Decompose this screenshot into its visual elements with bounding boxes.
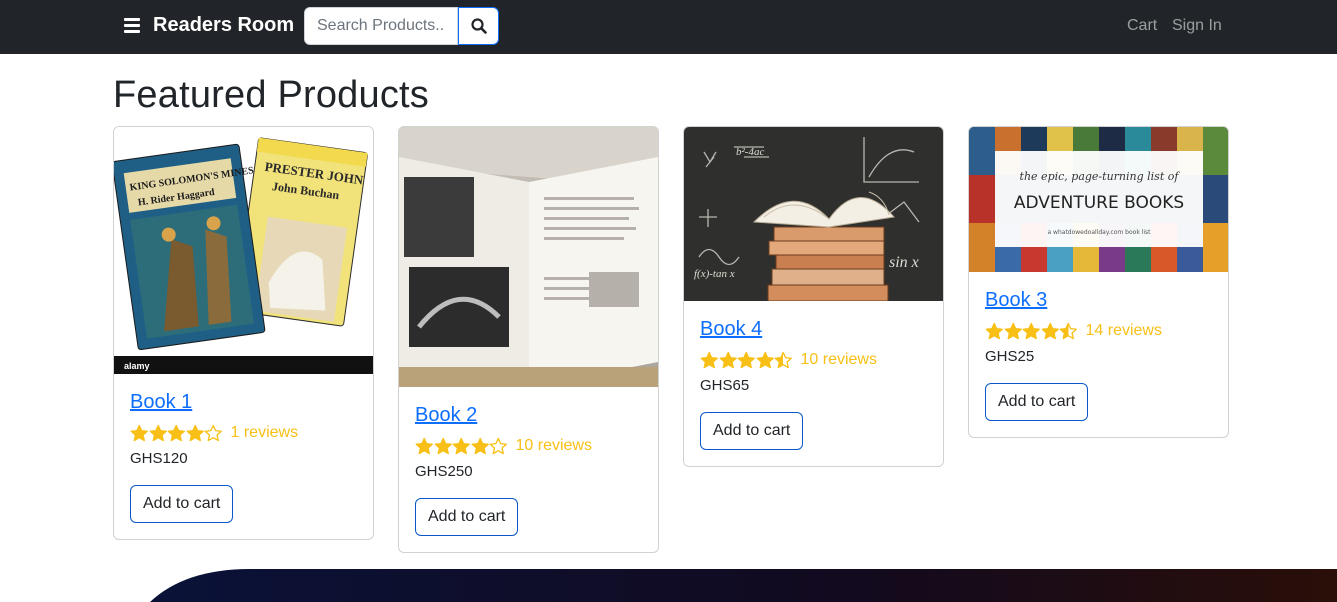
review-count: 14 reviews (1085, 322, 1162, 339)
watermark-text: alamy (124, 361, 150, 371)
add-to-cart-button[interactable]: Add to cart (130, 485, 234, 523)
navbar: Readers Room Cart Sign In (0, 0, 1337, 54)
star-icon (415, 437, 433, 455)
svg-text:b²-4ac: b²-4ac (736, 146, 764, 158)
page-title: Featured Products (113, 74, 430, 116)
svg-text:f(x)-tan x: f(x)-tan x (694, 268, 735, 280)
product-price: GHS25 (985, 348, 1035, 365)
product-card: PRESTER JOHN John Buchan KING SOLOMON'S … (113, 126, 374, 540)
nav-cart-link[interactable]: Cart (1127, 17, 1157, 35)
star-icon (1004, 322, 1022, 340)
add-to-cart-button[interactable]: Add to cart (415, 498, 519, 536)
star-icon (774, 351, 792, 369)
star-rating (415, 437, 508, 455)
star-icon (130, 424, 148, 442)
search-form (304, 7, 499, 45)
product-card: b²-4ac f(x)-tan x sin x Book 4 10 review… (683, 126, 944, 467)
star-icon (700, 351, 718, 369)
banner-line-1: the epic, page-turning list of (1020, 170, 1181, 183)
hamburger-menu-icon[interactable] (124, 18, 140, 34)
star-rating (985, 322, 1078, 340)
product-price: GHS120 (130, 450, 188, 467)
star-rating (130, 424, 223, 442)
product-image[interactable] (399, 127, 658, 387)
product-price: GHS250 (415, 463, 473, 480)
star-icon (452, 437, 470, 455)
banner-line-3: a whatdowedoallday.com book list (1047, 229, 1151, 236)
rating: 1 reviews (130, 424, 298, 442)
star-icon (1041, 322, 1059, 340)
review-count: 10 reviews (800, 351, 877, 368)
rating: 10 reviews (700, 351, 877, 369)
star-icon (149, 424, 167, 442)
product-title-link[interactable]: Book 3 (985, 289, 1047, 312)
product-price: GHS65 (700, 377, 750, 394)
product-image[interactable]: b²-4ac f(x)-tan x sin x (684, 127, 943, 301)
review-count: 1 reviews (230, 424, 299, 441)
search-button[interactable] (458, 7, 499, 45)
product-title-link[interactable]: Book 1 (130, 391, 192, 414)
chalk-text: sin x (889, 254, 919, 271)
star-icon (1022, 322, 1040, 340)
nav-sign-in-link[interactable]: Sign In (1172, 17, 1222, 35)
star-icon (186, 424, 204, 442)
star-icon (737, 351, 755, 369)
rating: 10 reviews (415, 437, 592, 455)
star-icon (1059, 322, 1077, 340)
star-icon (756, 351, 774, 369)
add-to-cart-button[interactable]: Add to cart (700, 412, 804, 450)
rating: 14 reviews (985, 322, 1162, 340)
star-rating (700, 351, 793, 369)
star-icon (204, 424, 222, 442)
star-icon (985, 322, 1003, 340)
star-icon (434, 437, 452, 455)
product-image[interactable]: the epic, page-turning list of ADVENTURE… (969, 127, 1228, 272)
star-icon (719, 351, 737, 369)
add-to-cart-button[interactable]: Add to cart (985, 383, 1089, 421)
product-image[interactable]: PRESTER JOHN John Buchan KING SOLOMON'S … (114, 127, 373, 374)
search-icon (470, 18, 487, 34)
review-count: 10 reviews (515, 437, 592, 454)
brand-logo-link[interactable]: Readers Room (153, 14, 294, 37)
footer-decoration (150, 569, 1337, 602)
banner-line-2: ADVENTURE BOOKS (1014, 193, 1184, 213)
product-card: the epic, page-turning list of ADVENTURE… (968, 126, 1229, 438)
search-input[interactable] (304, 7, 458, 45)
star-icon (471, 437, 489, 455)
star-icon (489, 437, 507, 455)
star-icon (167, 424, 185, 442)
product-title-link[interactable]: Book 4 (700, 318, 762, 341)
product-title-link[interactable]: Book 2 (415, 404, 477, 427)
product-card: Book 2 10 reviews GHS250 Add to cart (398, 126, 659, 553)
